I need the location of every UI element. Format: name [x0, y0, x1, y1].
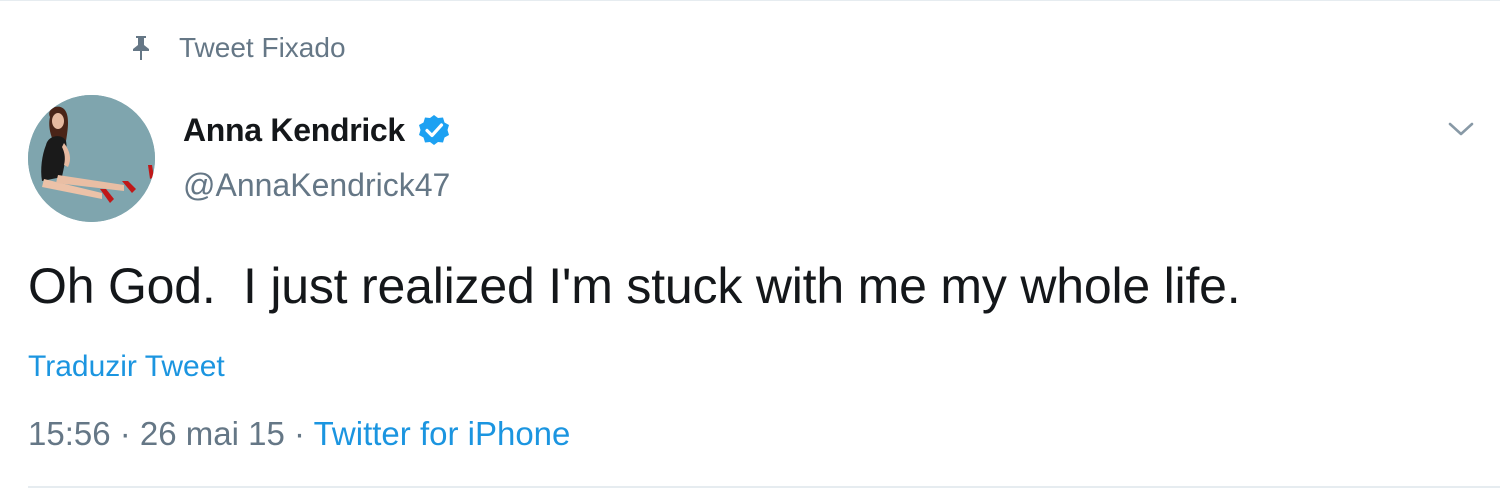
pin-icon — [131, 35, 151, 61]
divider — [28, 486, 1500, 488]
meta-separator: · — [284, 415, 314, 452]
tweet-time[interactable]: 15:56 — [28, 415, 111, 452]
tweet-metadata: 15:56 · 26 mai 15 · Twitter for iPhone — [28, 415, 570, 453]
tweet-text: Oh God. I just realized I'm stuck with m… — [28, 258, 1241, 314]
tweet-source-link[interactable]: Twitter for iPhone — [314, 415, 571, 452]
tweet-card[interactable]: Tweet Fixado Anna Kendrick @AnnaKendrick… — [0, 0, 1500, 499]
verified-badge-icon — [417, 113, 451, 147]
tweet-date[interactable]: 26 mai 15 — [140, 415, 285, 452]
meta-separator: · — [110, 415, 140, 452]
author-handle[interactable]: @AnnaKendrick47 — [183, 167, 450, 204]
avatar[interactable] — [28, 95, 155, 222]
translate-tweet-link[interactable]: Traduzir Tweet — [28, 350, 225, 384]
pinned-label: Tweet Fixado — [179, 32, 346, 63]
display-name[interactable]: Anna Kendrick — [183, 112, 405, 149]
chevron-down-icon[interactable] — [1446, 117, 1476, 141]
author-name-row[interactable]: Anna Kendrick — [183, 109, 451, 151]
pinned-indicator: Tweet Fixado — [131, 31, 346, 65]
